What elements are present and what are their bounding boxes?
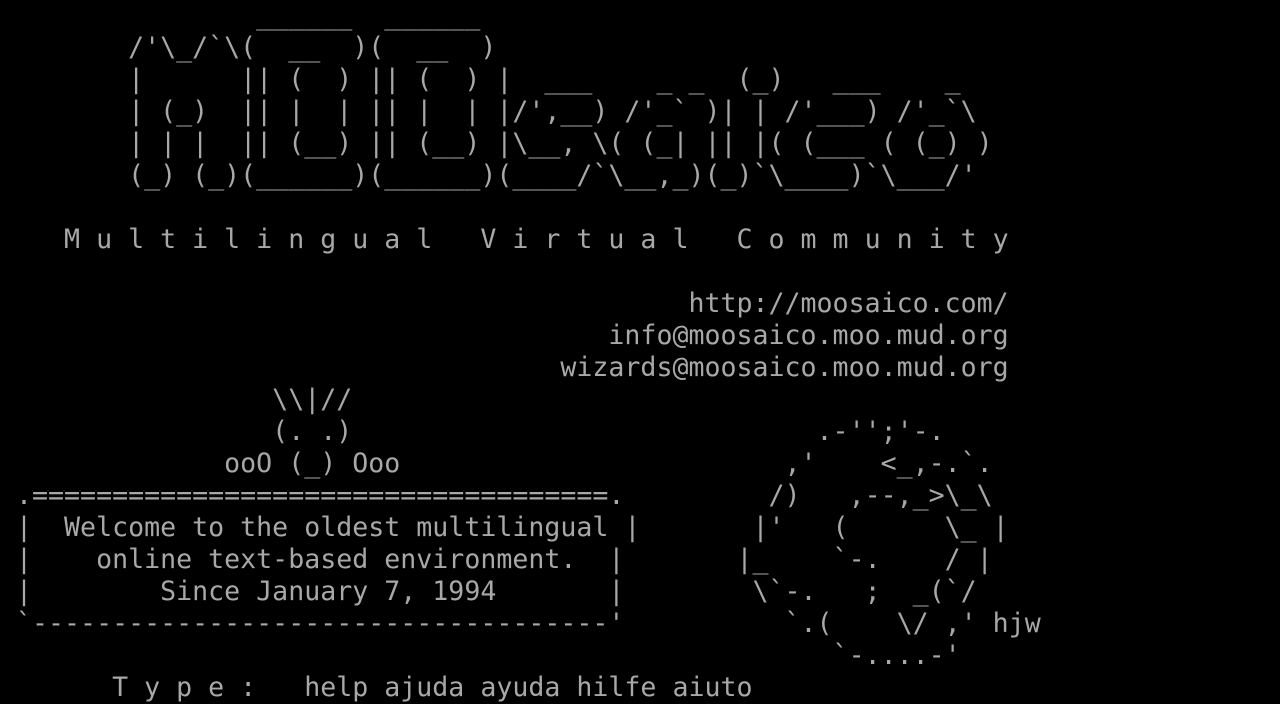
welcome-box-top: .====================================. /… <box>0 480 993 511</box>
kilroy-eyes-and-globe-top: (. .) .-'';'-. <box>0 416 945 447</box>
logo-line-4: | (_) || | | || | | |/',__) /'_` )| | /'… <box>0 96 977 127</box>
logo-line-6: (_) (_)(______)(______)(____/`\__,_)(_)`… <box>0 160 977 191</box>
help-commands-prompt: T y p e : help ajuda ayuda hilfe aiuto <box>0 672 753 703</box>
welcome-box-bottom: `------------------------------------' `… <box>0 608 1041 639</box>
welcome-line-2: | online text-based environment. | |_ `-… <box>0 544 993 575</box>
website-url: http://moosaico.com/ <box>0 288 1009 319</box>
kilroy-nose-and-globe: ooO (_) Ooo ,' <_,-.`. <box>0 448 993 479</box>
welcome-line-3: | Since January 7, 1994 | \`-. ; _(`/ <box>0 576 977 607</box>
logo-line-3: | || ( ) || ( ) | ___ _ _ (_) ___ _ <box>0 64 961 95</box>
logo-line-1: ______ ______ <box>0 0 481 31</box>
wizards-email: wizards@moosaico.moo.mud.org <box>0 352 1009 383</box>
terminal-screen[interactable]: ______ ______ /'\_/`\( __ )( __ ) | || (… <box>0 0 1280 704</box>
welcome-line-1: | Welcome to the oldest multilingual | |… <box>0 512 1009 543</box>
logo-line-5: | | | || (__) || (__) |\__, \( (_| || |(… <box>0 128 993 159</box>
tagline: M u l t i l i n g u a l V i r t u a l C … <box>0 224 1009 255</box>
kilroy-hair: \\|// <box>0 384 353 415</box>
logo-line-2: /'\_/`\( __ )( __ ) <box>0 32 497 63</box>
globe-bottom: `-....-' <box>0 640 961 671</box>
info-email: info@moosaico.moo.mud.org <box>0 320 1009 351</box>
